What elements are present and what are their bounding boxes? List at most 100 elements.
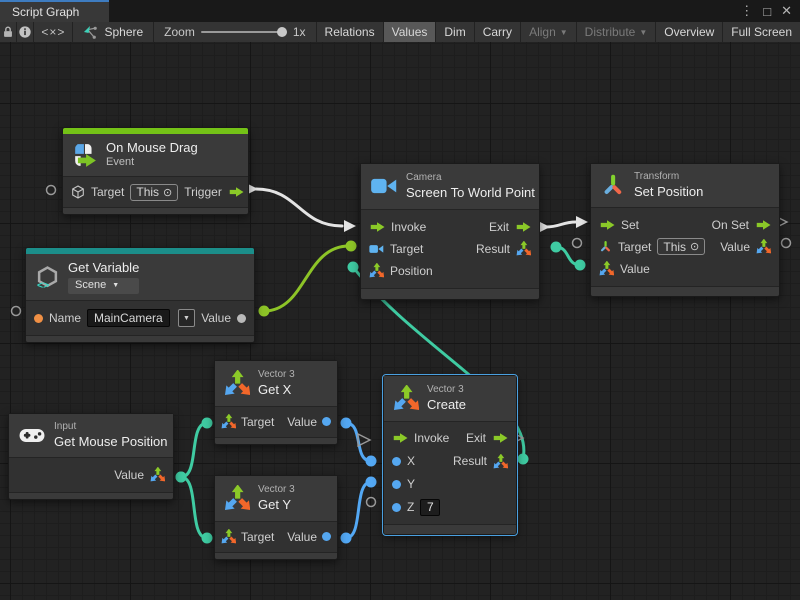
values-button[interactable]: Values	[384, 22, 437, 42]
port-row: Y	[384, 473, 516, 496]
port-row: Target This ⊙ Value	[591, 236, 779, 258]
dim-button[interactable]: Dim	[436, 22, 474, 42]
set-port-label: Set	[621, 218, 639, 232]
chevron-down-icon: ▼	[560, 28, 568, 37]
node-footer	[26, 335, 254, 342]
vector3-port-icon[interactable]	[369, 263, 384, 278]
node-category: Camera	[406, 172, 535, 185]
node-footer	[384, 524, 516, 534]
z-value-field[interactable]: 7	[420, 499, 440, 516]
invoke-port-label: Invoke	[391, 220, 426, 234]
flow-port-icon[interactable]	[392, 433, 408, 443]
relations-button[interactable]: Relations	[317, 22, 384, 42]
value-port-label: Value	[287, 530, 317, 544]
transform-port-icon[interactable]	[599, 240, 612, 253]
zoom-value: 1x	[293, 25, 306, 39]
vector3-port-icon[interactable]	[756, 239, 771, 254]
node-vector3-create[interactable]: Vector 3 Create Invoke Exit X	[383, 375, 517, 535]
zoom-slider[interactable]	[201, 31, 287, 33]
camera-port-icon[interactable]	[369, 244, 384, 254]
target-this-chip[interactable]: This ⊙	[657, 238, 705, 255]
node-title: Get X	[258, 382, 295, 398]
node-footer	[63, 207, 248, 214]
vector3-port-icon[interactable]	[221, 414, 236, 429]
distribute-button[interactable]: Distribute▼	[577, 22, 657, 42]
fullscreen-button[interactable]: Full Screen	[723, 22, 800, 42]
node-on-mouse-drag[interactable]: On Mouse Drag Event Target This ⊙ Trigge…	[62, 127, 249, 215]
vector3-icon	[224, 370, 250, 396]
graph-asset-button[interactable]: Sphere	[73, 22, 154, 42]
vector3-port-icon[interactable]	[516, 241, 531, 256]
node-screen-to-world-point[interactable]: Camera Screen To World Point Invoke Exit…	[360, 163, 540, 300]
mouse-drag-icon	[73, 143, 97, 167]
result-port-label: Result	[476, 242, 510, 256]
node-footer	[9, 492, 173, 499]
flow-port-icon[interactable]	[369, 222, 385, 232]
graph-canvas[interactable]: On Mouse Drag Event Target This ⊙ Trigge…	[0, 42, 800, 600]
variable-scope-dropdown[interactable]: Scene ▼	[68, 278, 139, 294]
flow-port-icon[interactable]	[599, 220, 615, 230]
value-port[interactable]	[322, 532, 331, 541]
flow-port-icon[interactable]	[515, 222, 531, 232]
window-menu-icon[interactable]: ⋮	[740, 3, 753, 19]
name-port[interactable]	[34, 314, 43, 323]
node-get-variable[interactable]: Get Variable Scene ▼ Name MainCamera ▼	[25, 247, 255, 343]
node-title: On Mouse Drag	[106, 140, 198, 156]
node-title: Screen To World Point	[406, 185, 535, 201]
overview-button[interactable]: Overview	[656, 22, 723, 42]
vector3-port-icon[interactable]	[150, 467, 165, 482]
position-port-label: Position	[390, 264, 433, 278]
node-set-position[interactable]: Transform Set Position Set On Set Target	[590, 163, 780, 297]
wire-input.value-to-get_x.target	[181, 423, 207, 477]
vector3-port-icon[interactable]	[221, 529, 236, 544]
node-footer	[591, 286, 779, 296]
value-port[interactable]	[322, 417, 331, 426]
wire-input.value-to-get_y.target	[181, 477, 207, 538]
variable-name-field[interactable]: MainCamera	[87, 309, 170, 327]
zoom-control: Zoom 1x	[154, 22, 316, 42]
info-button[interactable]	[17, 22, 35, 42]
value-port[interactable]	[237, 314, 246, 323]
value-in-port-label: Value	[620, 262, 650, 276]
vector3-icon	[224, 485, 250, 511]
flow-port-icon[interactable]	[755, 220, 771, 230]
port-row: X Result	[384, 450, 516, 473]
zoom-slider-handle[interactable]	[277, 27, 287, 37]
node-footer	[361, 288, 539, 299]
node-vector3-get-x[interactable]: Vector 3 Get X Target Value	[214, 360, 338, 445]
value-port-label: Value	[114, 468, 144, 482]
y-port[interactable]	[392, 480, 401, 489]
code-preview-button[interactable]: <×>	[34, 22, 73, 42]
node-title: Set Position	[634, 184, 703, 200]
node-footer	[215, 437, 337, 444]
transform-icon	[601, 173, 625, 197]
node-vector3-get-y[interactable]: Vector 3 Get Y Target Value	[214, 475, 338, 560]
target-port-label: Target	[618, 240, 651, 254]
vector3-port-icon[interactable]	[493, 454, 508, 469]
target-this-chip[interactable]: This ⊙	[130, 184, 178, 201]
variable-name-dropdown-button[interactable]: ▼	[178, 309, 195, 327]
info-icon	[18, 25, 32, 39]
graph-toolbar: <×> Sphere Zoom 1x Relations Values Dim …	[0, 22, 800, 43]
port-row: Target Result	[361, 238, 539, 260]
script-graph-window: <>	[0, 0, 800, 600]
tab-title: Script Graph	[12, 5, 79, 19]
port-row: Z 7	[384, 496, 516, 519]
name-port-label: Name	[49, 311, 81, 325]
code-icon: <×>	[41, 25, 65, 39]
flow-port-icon[interactable]	[228, 187, 244, 197]
port-row: Target This ⊙ Trigger	[63, 181, 248, 203]
node-get-mouse-position[interactable]: Input Get Mouse Position Value	[8, 413, 174, 500]
close-icon[interactable]: ✕	[781, 3, 792, 19]
align-button[interactable]: Align▼	[521, 22, 577, 42]
flow-port-icon[interactable]	[492, 433, 508, 443]
lock-button[interactable]	[0, 22, 17, 42]
target-port-label: Target	[91, 185, 124, 199]
x-port[interactable]	[392, 457, 401, 466]
node-title: Get Mouse Position	[54, 434, 167, 450]
maximize-icon[interactable]: □	[763, 4, 771, 19]
z-port[interactable]	[392, 503, 401, 512]
tab-script-graph[interactable]: Script Graph	[0, 0, 109, 22]
carry-button[interactable]: Carry	[475, 22, 521, 42]
vector3-port-icon[interactable]	[599, 261, 614, 276]
